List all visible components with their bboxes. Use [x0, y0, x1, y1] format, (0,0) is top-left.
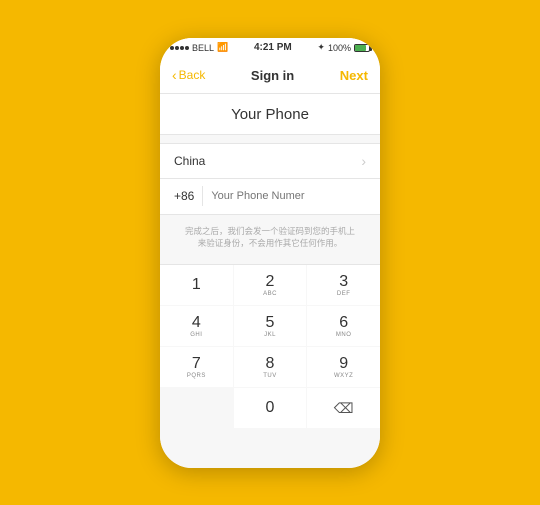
back-label: Back: [179, 68, 206, 82]
phone-input[interactable]: [211, 190, 366, 202]
battery-label: 100%: [328, 43, 351, 53]
nav-bar: ‹ Back Sign in Next: [160, 58, 380, 94]
country-label: China: [174, 154, 205, 168]
key-5[interactable]: 5 JKL: [234, 306, 307, 346]
page-title-section: Your Phone: [160, 94, 380, 135]
bluetooth-icon: ✦: [317, 42, 325, 53]
key-0[interactable]: 0: [234, 388, 307, 428]
back-button[interactable]: ‹ Back: [172, 67, 205, 83]
key-1[interactable]: 1: [160, 265, 233, 305]
battery-icon: [354, 44, 370, 52]
next-button[interactable]: Next: [340, 68, 368, 83]
phone-frame: BELL 📶 4:21 PM ✦ 100% ‹ Back Sign in Nex…: [160, 38, 380, 468]
country-row[interactable]: China ›: [160, 143, 380, 179]
key-empty-left: [160, 388, 233, 428]
back-arrow-icon: ‹: [172, 67, 177, 83]
signal-dots: [170, 46, 189, 50]
page-title: Your Phone: [231, 106, 309, 123]
key-7[interactable]: 7 PQRS: [160, 347, 233, 387]
carrier-label: BELL: [192, 43, 214, 53]
phone-row: +86: [160, 179, 380, 215]
country-arrow-icon: ›: [361, 153, 366, 169]
keypad: 1 2 ABC 3 DEF 4 GHI 5 JKL 6 MNO: [160, 264, 380, 428]
info-text-content: 完成之后，我们会发一个验证码到您的手机上 来验证身份，不会用作其它任何作用。: [185, 226, 355, 249]
status-left: BELL 📶: [170, 42, 228, 53]
key-6[interactable]: 6 MNO: [307, 306, 380, 346]
key-2[interactable]: 2 ABC: [234, 265, 307, 305]
status-right: ✦ 100%: [317, 42, 370, 53]
delete-button[interactable]: ⌫: [307, 388, 380, 428]
status-time: 4:21 PM: [254, 42, 292, 53]
key-8[interactable]: 8 TUV: [234, 347, 307, 387]
country-code: +86: [174, 186, 203, 206]
key-3[interactable]: 3 DEF: [307, 265, 380, 305]
delete-icon: ⌫: [334, 400, 354, 417]
key-9[interactable]: 9 WXYZ: [307, 347, 380, 387]
nav-title: Sign in: [251, 68, 294, 83]
content-area: Your Phone China › +86 完成之后，我们会发一个验证码到您的…: [160, 94, 380, 468]
wifi-icon: 📶: [217, 42, 228, 53]
key-4[interactable]: 4 GHI: [160, 306, 233, 346]
status-bar: BELL 📶 4:21 PM ✦ 100%: [160, 38, 380, 58]
info-text: 完成之后，我们会发一个验证码到您的手机上 来验证身份，不会用作其它任何作用。: [160, 215, 380, 261]
